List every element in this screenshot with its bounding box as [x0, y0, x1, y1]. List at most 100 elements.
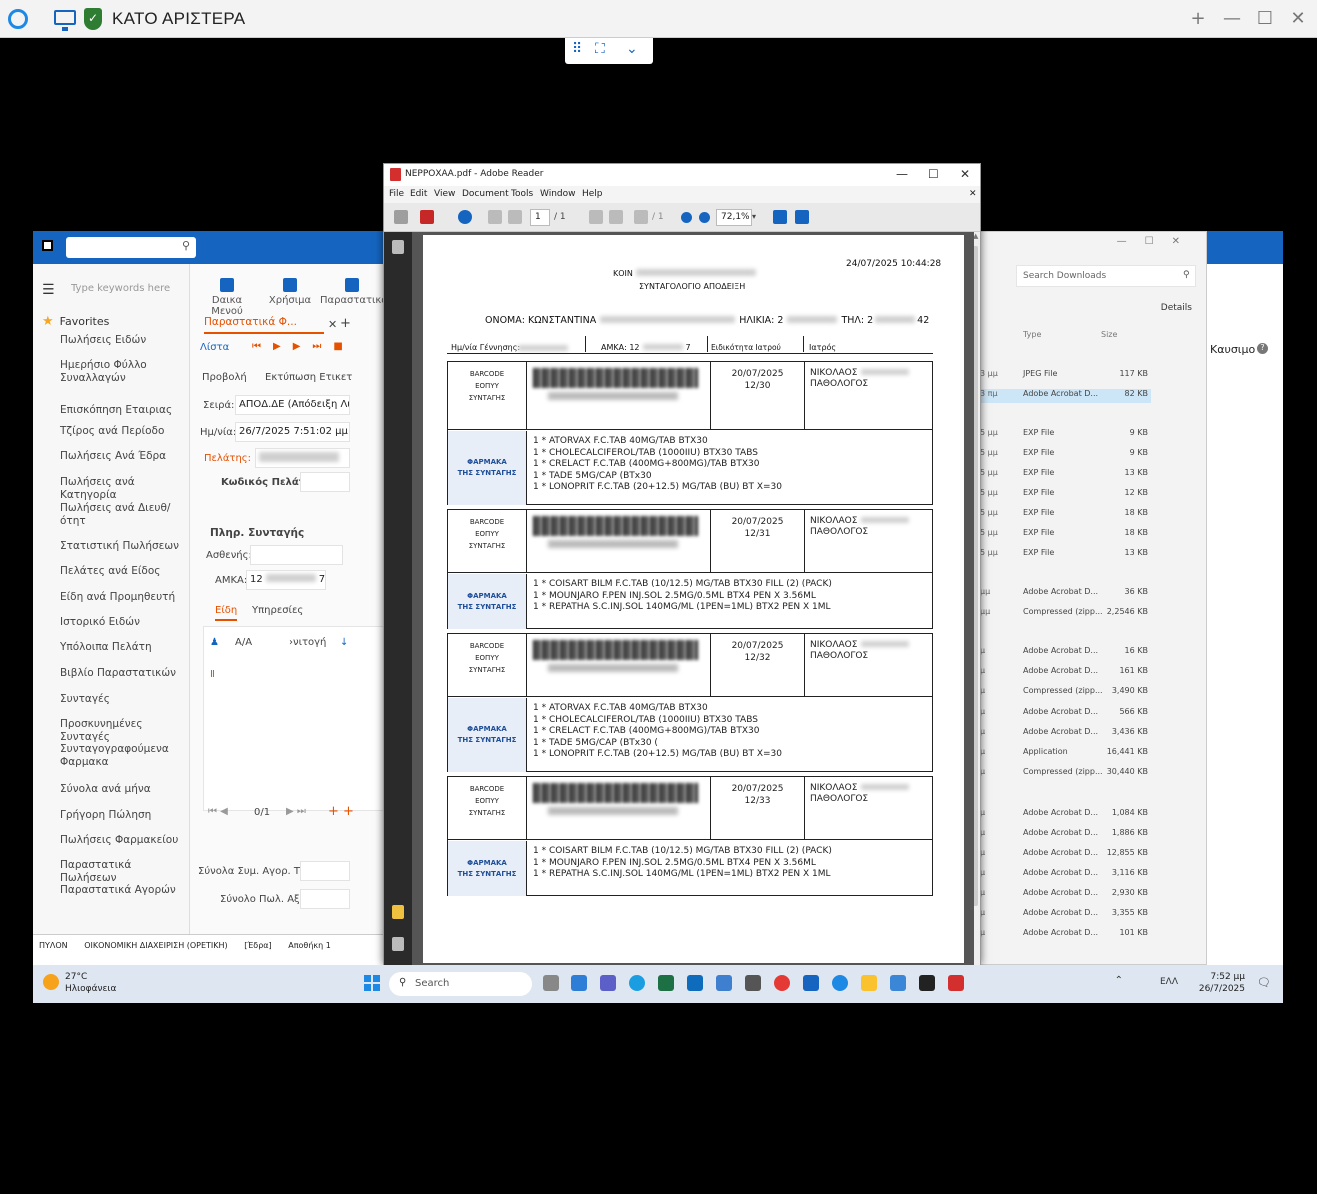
- sidebar-item[interactable]: Παραστατικά Αγορών: [60, 884, 185, 897]
- menu-file[interactable]: File: [389, 189, 404, 199]
- collaborate-icon[interactable]: [458, 210, 472, 224]
- file-row[interactable]: μμ Adobe Acrobat D... 36 KB: [976, 587, 1151, 601]
- amka-field[interactable]: 12 7: [246, 570, 326, 590]
- file-row[interactable]: μ Adobe Acrobat D... 12,855 KB: [976, 848, 1151, 862]
- file-row[interactable]: 5 μμ EXP File 18 KB: [976, 508, 1151, 522]
- menu-document[interactable]: Document: [462, 189, 509, 199]
- pager-next-icon[interactable]: ▶ ⏭: [286, 806, 306, 817]
- file-row[interactable]: μ Adobe Acrobat D... 161 KB: [976, 666, 1151, 680]
- menu-window[interactable]: Window: [540, 189, 576, 199]
- tab-document[interactable]: Παραστατικά Φ...: [204, 316, 324, 334]
- chrome-icon[interactable]: [774, 975, 790, 991]
- file-row[interactable]: μ Compressed (zipp... 3,490 KB: [976, 686, 1151, 700]
- adobe-maximize-button[interactable]: ☐: [928, 167, 939, 181]
- sidebar-item[interactable]: Γρήγορη Πώληση: [60, 809, 185, 822]
- view-button[interactable]: Προβολή: [202, 372, 247, 383]
- previous-page-icon[interactable]: [488, 210, 502, 224]
- sidebar-item[interactable]: Πωλήσεις ανά Διευθ/ότητ: [60, 502, 185, 528]
- create-pdf-icon[interactable]: [420, 210, 434, 224]
- teams-icon[interactable]: [600, 975, 616, 991]
- sidebar-item[interactable]: Πωλήσεις Ειδών: [60, 334, 185, 347]
- forward-icon[interactable]: [609, 210, 623, 224]
- help-icon[interactable]: ?: [1257, 343, 1268, 354]
- file-row[interactable]: μ Adobe Acrobat D... 566 KB: [976, 707, 1151, 721]
- pager-first-icon[interactable]: ⏮ ◀: [208, 806, 228, 817]
- customer-field[interactable]: [255, 448, 350, 468]
- sidebar-item[interactable]: Επισκόπηση Εταιριας: [60, 404, 185, 417]
- sort-down-icon[interactable]: ↓: [340, 637, 348, 648]
- file-row[interactable]: μ Adobe Acrobat D... 101 KB: [976, 928, 1151, 942]
- file-explorer-icon[interactable]: [861, 975, 877, 991]
- close-button[interactable]: ✕: [1286, 8, 1310, 29]
- sidebar-item[interactable]: Πωλήσεις ανά Κατηγορία: [60, 476, 185, 502]
- store-icon[interactable]: [571, 975, 587, 991]
- ribbon-utilities[interactable]: Χρήσιμα: [258, 278, 322, 306]
- sidebar-item[interactable]: Σύνολα ανά μήνα: [60, 783, 185, 796]
- items-grid[interactable]: ♟ Α/Α ›νιτογή ↓ Ⅱ: [203, 626, 388, 811]
- taskbar-clock[interactable]: 7:52 μμ 26/7/2025: [1199, 971, 1245, 995]
- close-tab-icon[interactable]: ✕: [328, 318, 337, 331]
- next-page-icon[interactable]: [508, 210, 522, 224]
- pages-panel-icon[interactable]: [392, 240, 404, 254]
- sidebar-item[interactable]: Συνταγογραφούμενα Φαρμακα: [60, 743, 185, 769]
- list-button[interactable]: Λίστα: [200, 342, 229, 353]
- file-row[interactable]: 5 μμ EXP File 9 KB: [976, 448, 1151, 462]
- adobe-close-button[interactable]: ✕: [960, 167, 970, 181]
- fit-page-icon[interactable]: [773, 210, 787, 224]
- remote-app-icon[interactable]: [832, 975, 848, 991]
- security-app-icon[interactable]: [745, 975, 761, 991]
- minimize-button[interactable]: —: [1220, 8, 1244, 29]
- details-button[interactable]: Details: [1161, 303, 1192, 313]
- comments-panel-icon[interactable]: [392, 905, 404, 919]
- col-code[interactable]: ›νιτογή: [289, 637, 326, 648]
- fullscreen-icon[interactable]: ⛶: [595, 41, 605, 57]
- file-row[interactable]: 5 μμ EXP File 13 KB: [976, 548, 1151, 562]
- file-row[interactable]: μμ Compressed (zipp... 2,2546 KB: [976, 607, 1151, 621]
- sidebar-item[interactable]: Τζίρος ανά Περίοδο: [60, 425, 185, 438]
- date-field[interactable]: 26/7/2025 7:51:02 μμ: [235, 422, 350, 442]
- file-row[interactable]: μ Compressed (zipp... 30,440 KB: [976, 767, 1151, 781]
- attachments-icon[interactable]: [392, 937, 404, 951]
- outlook-icon[interactable]: [687, 975, 703, 991]
- erp-search-input[interactable]: ⚲: [66, 237, 196, 258]
- customer-code-field[interactable]: [300, 472, 350, 492]
- notifications-icon[interactable]: 🗨: [1257, 976, 1271, 989]
- record-navigation[interactable]: ⏮▶▶⏭■: [252, 341, 355, 352]
- menu-help[interactable]: Help: [582, 189, 603, 199]
- apps-grid-icon[interactable]: ⠿: [572, 41, 582, 57]
- print-icon[interactable]: [394, 210, 408, 224]
- menu-view[interactable]: View: [434, 189, 455, 199]
- erp-app-icon[interactable]: [803, 975, 819, 991]
- edge-icon[interactable]: [629, 975, 645, 991]
- file-row[interactable]: 3 μμ JPEG File 117 KB: [976, 369, 1151, 383]
- file-row[interactable]: μ Application 16,441 KB: [976, 747, 1151, 761]
- file-row[interactable]: 5 μμ EXP File 13 KB: [976, 468, 1151, 482]
- series-field[interactable]: ΑΠΟΔ.ΔΕ (Απόδειξη Λιαν.: [235, 395, 350, 415]
- terminal-icon[interactable]: [919, 975, 935, 991]
- language-indicator[interactable]: ΕΛΛ: [1160, 977, 1178, 987]
- sidebar-item[interactable]: Βιβλίο Παραστατικών: [60, 667, 185, 680]
- back-icon[interactable]: [589, 210, 603, 224]
- file-row[interactable]: μ Adobe Acrobat D... 3,355 KB: [976, 908, 1151, 922]
- excel-icon[interactable]: [658, 975, 674, 991]
- col-size[interactable]: Size: [1101, 330, 1117, 339]
- weather-icon[interactable]: [43, 974, 59, 990]
- adobe-reader-icon[interactable]: [948, 975, 964, 991]
- sidebar-item[interactable]: Προσκυνημένες Συνταγές: [60, 718, 185, 744]
- file-row[interactable]: μ Adobe Acrobat D... 1,886 KB: [976, 828, 1151, 842]
- sidebar-search-input[interactable]: Type keywords here: [71, 283, 170, 294]
- sidebar-item[interactable]: Ημερήσιο Φύλλο Συναλλαγών: [60, 359, 185, 385]
- file-row[interactable]: 5 μμ EXP File 12 KB: [976, 488, 1151, 502]
- file-row[interactable]: μ Adobe Acrobat D... 2,930 KB: [976, 888, 1151, 902]
- zoom-in-icon[interactable]: [699, 212, 710, 223]
- monitor-icon[interactable]: [54, 10, 76, 31]
- explorer-search-input[interactable]: Search Downloads: [1016, 265, 1196, 287]
- taskbar-search[interactable]: Search: [389, 972, 532, 996]
- ribbon-documents[interactable]: Παραστατικά: [320, 278, 388, 306]
- sidebar-item[interactable]: Στατιστική Πωλήσεων: [60, 540, 185, 553]
- sidebar-item[interactable]: Πωλήσεις Ανά Έδρα: [60, 450, 185, 463]
- favorites-header[interactable]: ★ Favorites: [42, 314, 109, 329]
- page-number-input[interactable]: 1: [530, 209, 550, 226]
- add-tab-icon[interactable]: +: [340, 316, 351, 331]
- menu-edit[interactable]: Edit: [410, 189, 427, 199]
